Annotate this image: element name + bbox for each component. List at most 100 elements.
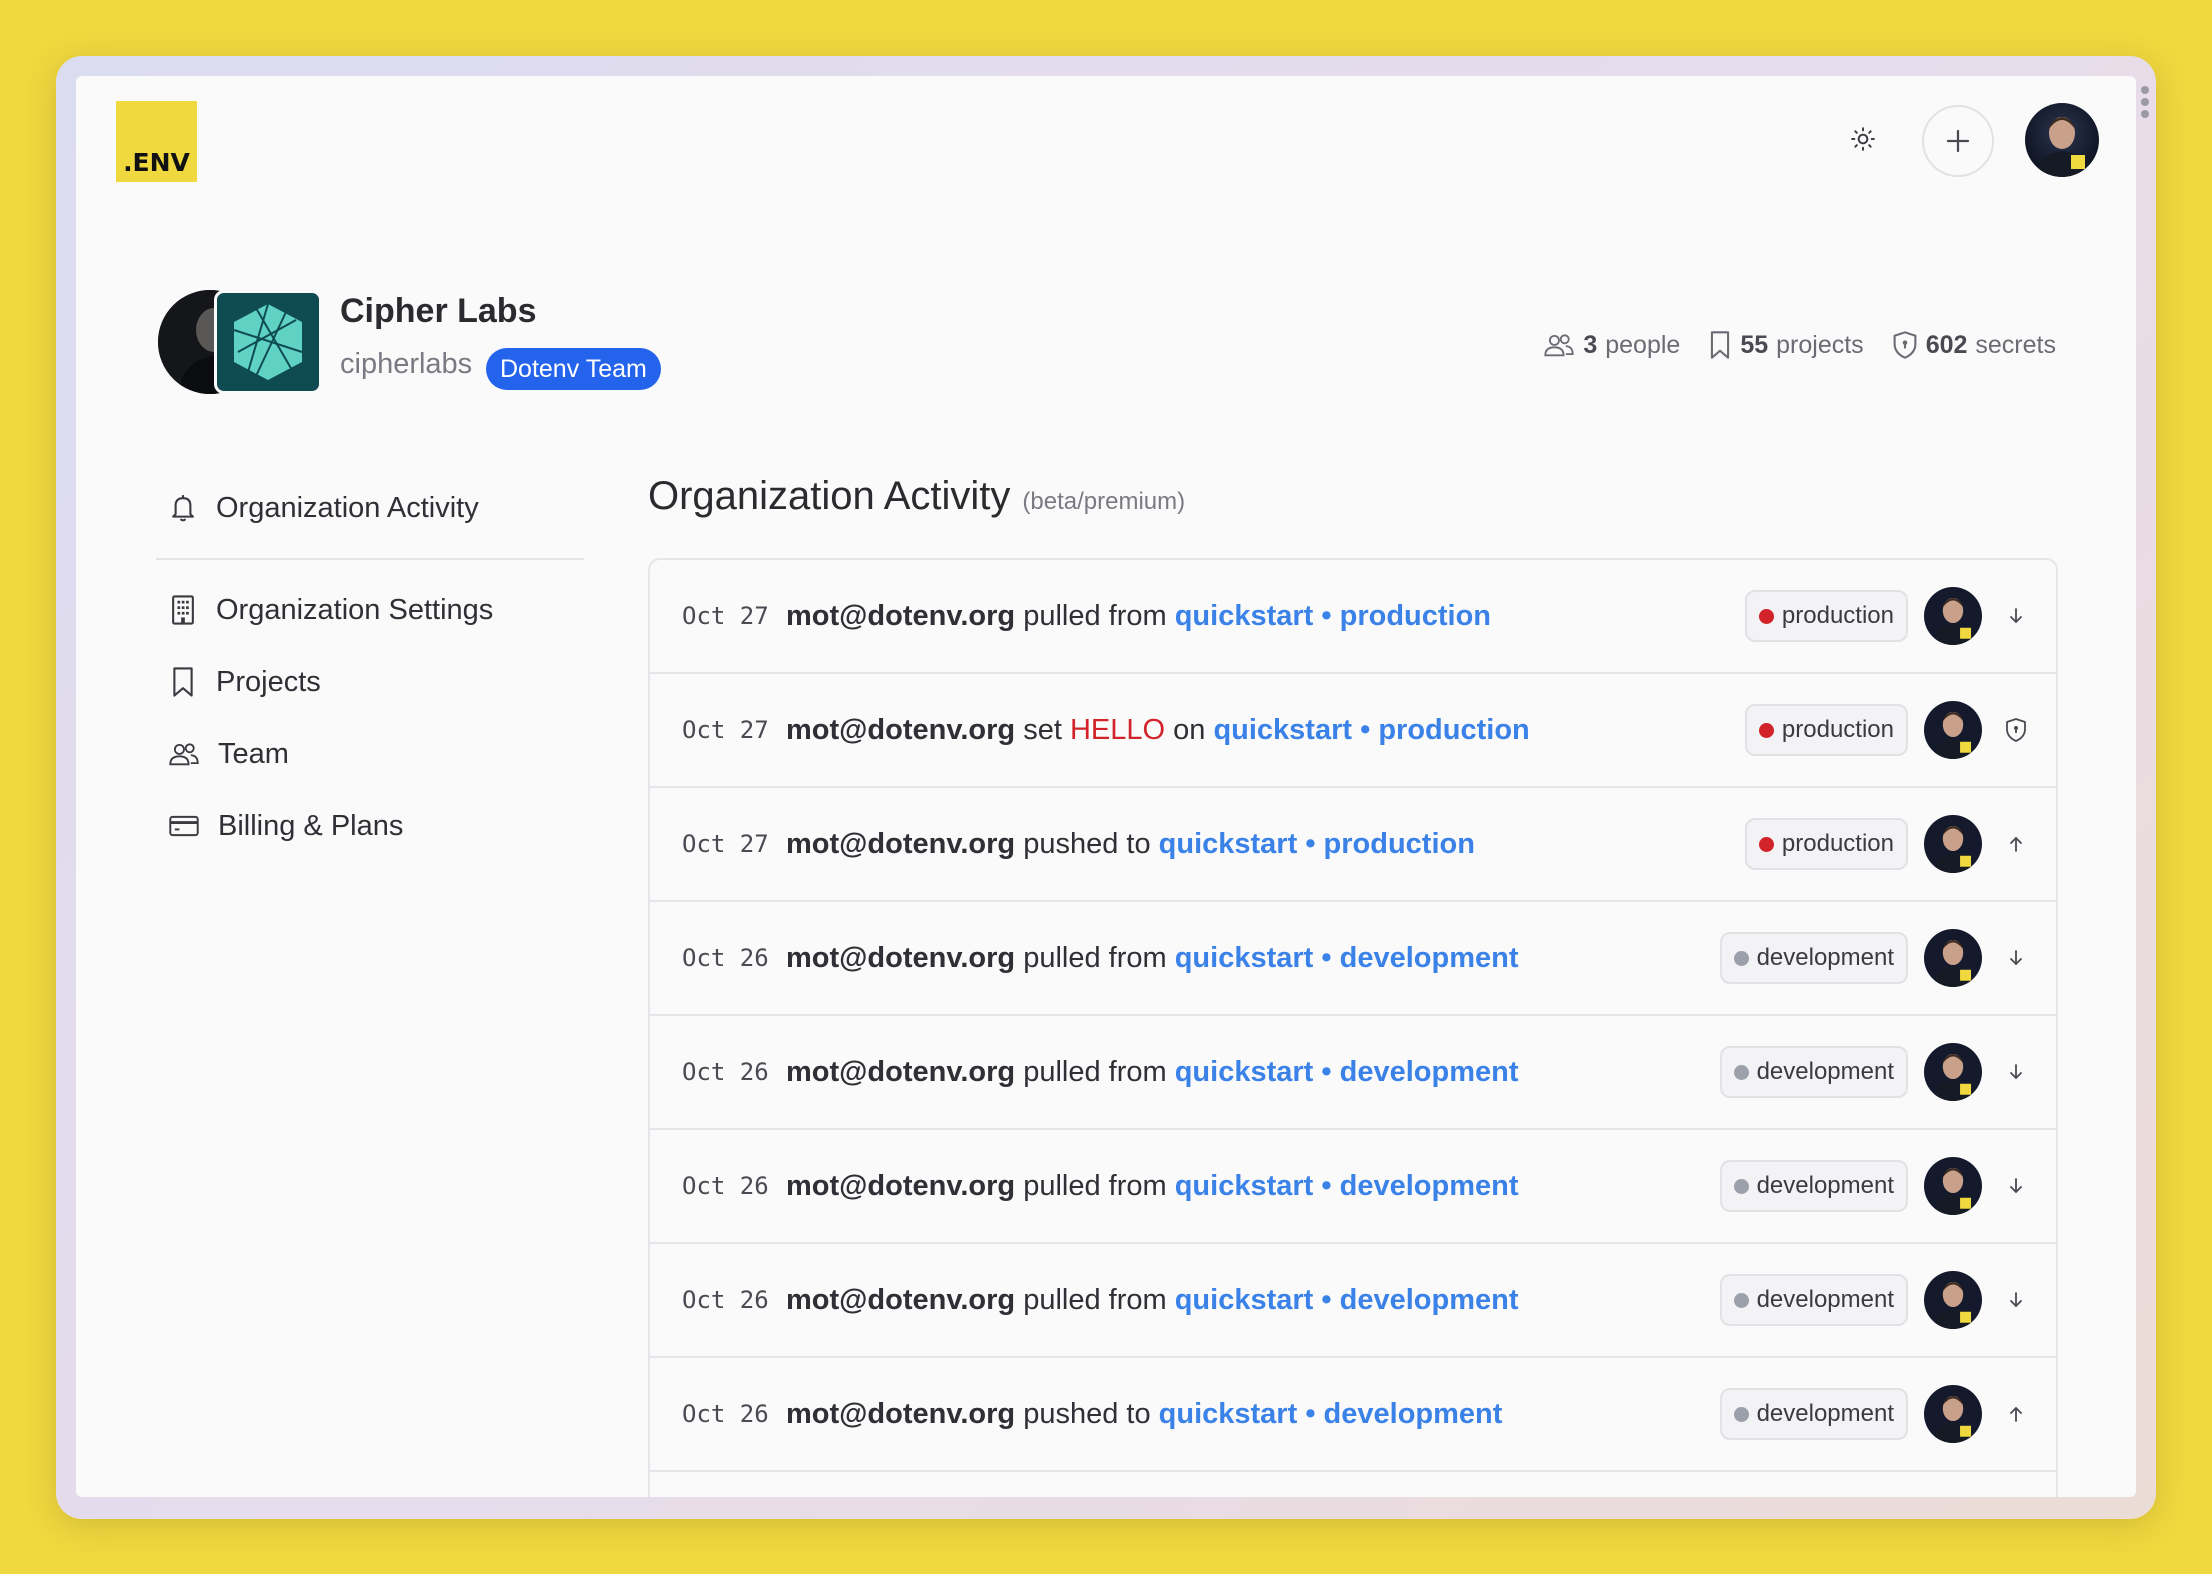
actor-avatar[interactable] — [1924, 1043, 1982, 1101]
activity-row[interactable]: Oct 26 mot@dotenv.org pulled from quickst… — [650, 1130, 2056, 1244]
logo-text: .ENV — [123, 148, 190, 177]
sidebar-item-label: Organization Settings — [216, 593, 494, 626]
environment-tag[interactable]: development — [1719, 1274, 1908, 1326]
project-env-link[interactable]: quickstart • production — [1213, 714, 1529, 746]
dotenv-logo[interactable]: .ENV — [116, 101, 197, 182]
actor-avatar[interactable] — [1924, 815, 1982, 873]
activity-row[interactable]: Oct 27 mot@dotenv.org pulled from quickst… — [650, 560, 2056, 674]
scrollbar-handle[interactable] — [2140, 86, 2150, 118]
activity-text: mot@dotenv.org pulled from quickstart • … — [786, 942, 1720, 975]
add-button[interactable] — [1922, 105, 1994, 177]
environment-tag-label: development — [1756, 1286, 1894, 1313]
activity-actor[interactable]: mot@dotenv.org — [786, 714, 1015, 746]
activity-actor[interactable]: mot@dotenv.org — [786, 942, 1015, 974]
arrow-down-icon — [2004, 1060, 2028, 1084]
project-env-link[interactable]: quickstart • production — [1159, 828, 1475, 860]
bookmark-icon — [1711, 331, 1730, 359]
arrow-down-icon — [2004, 946, 2028, 970]
theme-toggle-button[interactable] — [1838, 114, 1888, 164]
actor-avatar[interactable] — [1924, 1271, 1982, 1329]
actor-avatar[interactable] — [1924, 587, 1982, 645]
users-icon — [1544, 334, 1574, 357]
activity-actor[interactable]: mot@dotenv.org — [786, 1398, 1015, 1430]
separator: • — [1321, 1283, 1332, 1316]
activity-date: Oct 26 — [682, 1058, 769, 1086]
environment-tag[interactable]: production — [1744, 704, 1908, 756]
sidebar-item-billing[interactable]: Billing & Plans — [156, 790, 584, 862]
org-name: Cipher Labs — [340, 292, 537, 330]
environment-dot-icon — [1758, 836, 1774, 852]
environment-tag-label: development — [1756, 944, 1894, 971]
separator: • — [1321, 1169, 1332, 1202]
environment-tag[interactable]: production — [1744, 818, 1908, 870]
building-icon — [172, 595, 194, 625]
activity-actor[interactable]: mot@dotenv.org — [786, 600, 1015, 632]
project-env-link[interactable]: quickstart • development — [1175, 942, 1519, 974]
activity-row[interactable]: Oct 26 mot@dotenv.org pulled from quickst… — [650, 902, 2056, 1016]
activity-row[interactable]: Oct 26 mot@dotenv.org pulled from quickst… — [650, 1244, 2056, 1358]
project-env-link[interactable]: quickstart • development — [1175, 1170, 1519, 1202]
people-stat[interactable]: 3 people — [1543, 331, 1680, 360]
arrow-up-icon — [2004, 1402, 2028, 1426]
project-env-link[interactable]: quickstart • development — [1175, 1056, 1519, 1088]
projects-label: projects — [1776, 330, 1864, 359]
secrets-stat[interactable]: 602 secrets — [1892, 330, 2056, 360]
bell-icon — [172, 495, 194, 522]
environment-tag-label: development — [1756, 1172, 1894, 1199]
environment-tag[interactable]: development — [1719, 1160, 1908, 1212]
people-label: people — [1605, 330, 1681, 359]
activity-row[interactable]: Oct 26 mot@dotenv.org pulled from quickst… — [650, 1016, 2056, 1130]
environment-tag-label: production — [1781, 602, 1894, 629]
project-name: quickstart — [1174, 1283, 1314, 1316]
sidebar-item-team[interactable]: Team — [156, 718, 584, 790]
projects-stat[interactable]: 55 projects — [1708, 330, 1864, 360]
people-count: 3 — [1583, 330, 1598, 359]
environment-tag[interactable]: development — [1719, 1046, 1908, 1098]
sidebar-item-organization-settings[interactable]: Organization Settings — [156, 574, 584, 646]
activity-text: mot@dotenv.org pulled from quickstart • … — [786, 600, 1745, 633]
project-env-link[interactable]: quickstart • development — [1175, 1284, 1519, 1316]
activity-date: Oct 26 — [682, 1400, 769, 1428]
environment-name: production — [1323, 827, 1475, 860]
actor-avatar[interactable] — [1924, 1157, 1982, 1215]
activity-date: Oct 27 — [682, 602, 769, 630]
activity-actor[interactable]: mot@dotenv.org — [786, 828, 1015, 860]
activity-actor[interactable]: mot@dotenv.org — [786, 1170, 1015, 1202]
environment-name: development — [1339, 1055, 1519, 1088]
project-env-link[interactable]: quickstart • development — [1159, 1398, 1503, 1430]
separator: • — [1305, 827, 1316, 860]
project-env-link[interactable]: quickstart • production — [1175, 600, 1491, 632]
sidebar-item-organization-activity[interactable]: Organization Activity — [156, 472, 584, 544]
activity-actor[interactable]: mot@dotenv.org — [786, 1056, 1015, 1088]
project-name: quickstart — [1174, 599, 1314, 632]
activity-row[interactable]: Oct 27 mot@dotenv.org set HELLO on quicks… — [650, 674, 2056, 788]
users-icon — [169, 743, 199, 766]
activity-row[interactable]: Oct 26 mot@dotenv.org pushed to quickstar… — [650, 1358, 2056, 1472]
bookmark-icon — [173, 667, 193, 697]
environment-tag[interactable]: development — [1719, 1388, 1908, 1440]
environment-dot-icon — [1733, 1064, 1749, 1080]
environment-tag-label: development — [1756, 1058, 1894, 1085]
secret-key: HELLO — [1069, 713, 1166, 746]
sidebar: Organization Activity Organization Setti… — [156, 472, 584, 862]
environment-tag[interactable]: development — [1719, 932, 1908, 984]
activity-verb: set — [1023, 713, 1062, 746]
project-name: quickstart — [1213, 713, 1353, 746]
actor-avatar[interactable] — [1924, 701, 1982, 759]
activity-text: mot@dotenv.org pushed to quickstart • pr… — [786, 828, 1745, 861]
project-name: quickstart — [1174, 941, 1314, 974]
sidebar-item-projects[interactable]: Projects — [156, 646, 584, 718]
environment-name: development — [1339, 941, 1519, 974]
actor-avatar[interactable] — [1924, 929, 1982, 987]
actor-avatar[interactable] — [1924, 1385, 1982, 1443]
activity-actor[interactable]: mot@dotenv.org — [786, 1284, 1015, 1316]
environment-tag-label: production — [1781, 716, 1894, 743]
activity-verb: pulled from — [1023, 1055, 1167, 1088]
environment-tag[interactable]: production — [1744, 590, 1908, 642]
activity-row[interactable]: Oct 27 mot@dotenv.org pushed to quickstar… — [650, 788, 2056, 902]
activity-date: Oct 26 — [682, 1172, 769, 1200]
activity-verb: pushed to — [1023, 1397, 1151, 1430]
user-avatar[interactable] — [2025, 103, 2099, 177]
environment-name: development — [1323, 1397, 1503, 1430]
activity-text: mot@dotenv.org pulled from quickstart • … — [786, 1170, 1720, 1203]
